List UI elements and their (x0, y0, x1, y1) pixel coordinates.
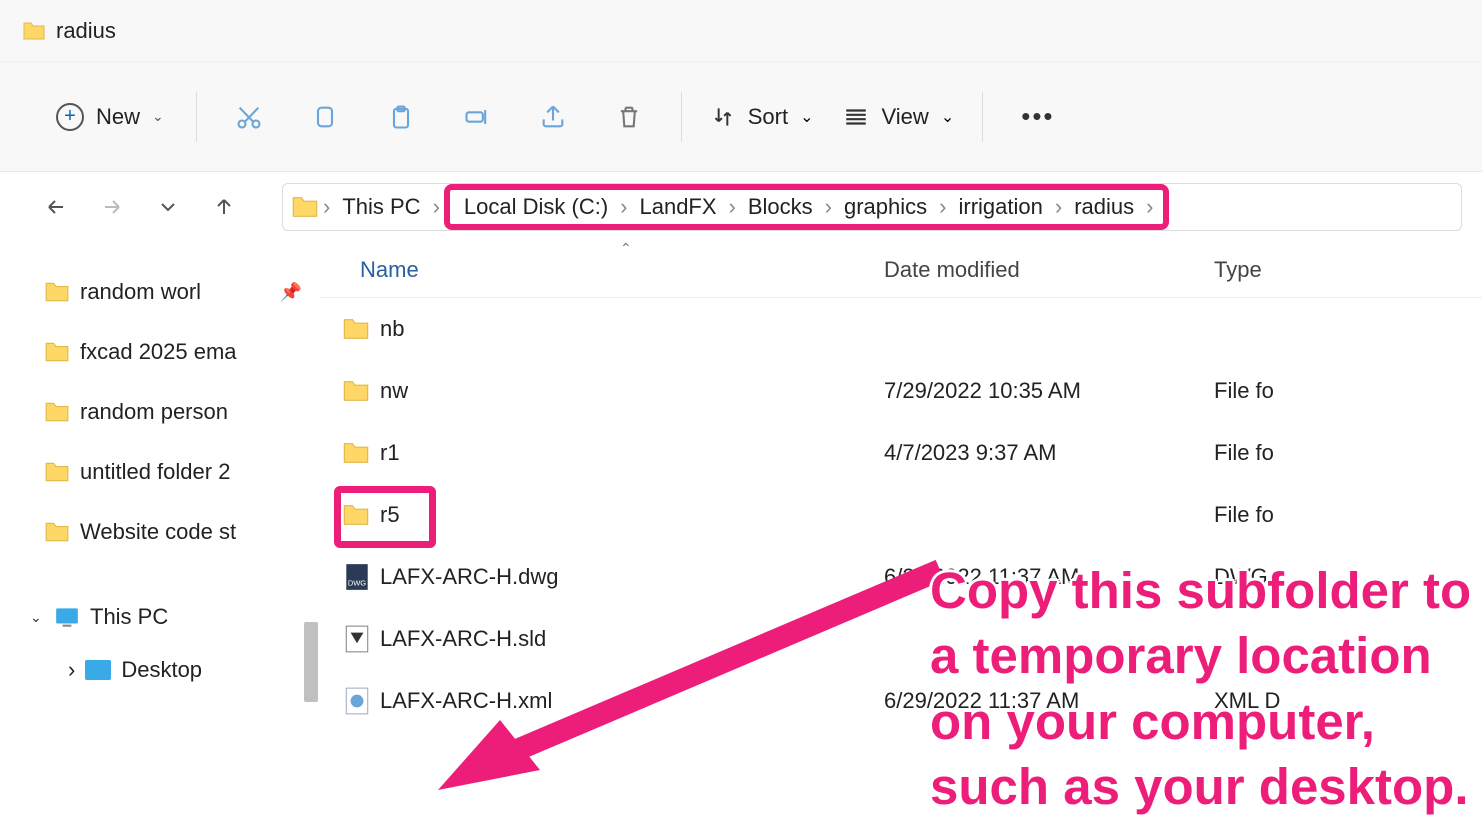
forward-button[interactable] (94, 189, 130, 225)
pin-icon: 📌 (280, 282, 302, 303)
file-icon: DWG (320, 562, 380, 592)
nav-row: › This PC › Local Disk (C:) › LandFX › B… (0, 172, 1482, 242)
file-date: 4/7/2023 9:37 AM (884, 440, 1214, 466)
sidebar: random worl 📌 fxcad 2025 ema random pers… (0, 242, 320, 738)
scrollbar-thumb[interactable] (304, 622, 318, 702)
up-button[interactable] (206, 189, 242, 225)
file-type: XML D (1214, 688, 1482, 714)
breadcrumb-highlight: Local Disk (C:) › LandFX › Blocks › grap… (444, 184, 1170, 230)
folder-icon (44, 401, 70, 423)
chevron-down-icon: ⌄ (800, 107, 813, 127)
titlebar: radius (0, 0, 1482, 62)
file-icon (320, 441, 380, 465)
chevron-down-icon: ⌄ (152, 108, 164, 125)
file-name: nw (380, 378, 884, 404)
file-row[interactable]: nw7/29/2022 10:35 AMFile fo (320, 360, 1482, 422)
folder-icon (44, 341, 70, 363)
copy-button[interactable] (301, 93, 349, 141)
breadcrumb-item[interactable]: Blocks (740, 194, 821, 220)
folder-icon (22, 21, 46, 41)
file-name: LAFX-ARC-H.dwg (380, 564, 884, 590)
breadcrumb-item[interactable]: graphics (836, 194, 935, 220)
plus-circle-icon: + (56, 103, 84, 131)
file-name: r1 (380, 440, 884, 466)
file-name: nb (380, 316, 884, 342)
file-row[interactable]: LAFX-ARC-H.xml6/29/2022 11:37 AMXML D (320, 670, 1482, 732)
chevron-up-icon: ⌃ (620, 240, 632, 257)
breadcrumb-item[interactable]: Local Disk (C:) (456, 194, 616, 220)
sidebar-item[interactable]: fxcad 2025 ema (44, 322, 320, 382)
pc-icon (54, 606, 80, 628)
sort-icon (710, 104, 736, 130)
column-type[interactable]: Type (1214, 257, 1482, 283)
file-row[interactable]: r5 File fo (320, 484, 1482, 546)
folder-icon (44, 461, 70, 483)
back-button[interactable] (38, 189, 74, 225)
rename-button[interactable] (453, 93, 501, 141)
sidebar-this-pc[interactable]: ⌄ This PC (30, 592, 320, 642)
new-button[interactable]: + New ⌄ (52, 97, 168, 137)
breadcrumb-item[interactable]: LandFX (631, 194, 724, 220)
sidebar-item[interactable]: Website code st (44, 502, 320, 562)
sidebar-item[interactable]: untitled folder 2 (44, 442, 320, 502)
view-icon (842, 104, 870, 130)
file-type: File fo (1214, 502, 1482, 528)
breadcrumb[interactable]: › This PC › Local Disk (C:) › LandFX › B… (282, 183, 1462, 231)
column-name[interactable]: Name (320, 257, 884, 283)
file-row[interactable]: DWGLAFX-ARC-H.dwg6/29/2022 11:37 AMDWG (320, 546, 1482, 608)
file-row[interactable]: LAFX-ARC-H.sld (320, 608, 1482, 670)
svg-text:DWG: DWG (348, 579, 366, 588)
cut-button[interactable] (225, 93, 273, 141)
file-icon (320, 686, 380, 716)
column-headers: Name Date modified Type (320, 242, 1482, 298)
chevron-down-icon: ⌄ (941, 107, 954, 127)
recent-button[interactable] (150, 189, 186, 225)
toolbar: + New ⌄ Sort ⌄ View ⌄ ••• (0, 62, 1482, 172)
chevron-down-icon: ⌄ (30, 609, 44, 626)
file-row[interactable]: nb (320, 298, 1482, 360)
delete-button[interactable] (605, 93, 653, 141)
folder-icon (44, 281, 70, 303)
file-icon (320, 624, 380, 654)
file-type: DWG (1214, 564, 1482, 590)
folder-icon (291, 195, 319, 219)
file-name: LAFX-ARC-H.sld (380, 626, 884, 652)
sidebar-item[interactable]: random worl 📌 (44, 262, 320, 322)
file-list: ⌃ Name Date modified Type nb nw7/29/2022 … (320, 242, 1482, 738)
breadcrumb-item[interactable]: This PC (334, 194, 428, 220)
file-date: 6/29/2022 11:37 AM (884, 688, 1214, 714)
breadcrumb-item[interactable]: radius (1066, 194, 1142, 220)
file-name: LAFX-ARC-H.xml (380, 688, 884, 714)
sidebar-item[interactable]: random person (44, 382, 320, 442)
file-icon (320, 379, 380, 403)
file-date: 7/29/2022 10:35 AM (884, 378, 1214, 404)
view-button[interactable]: View ⌄ (842, 104, 955, 130)
file-type: File fo (1214, 378, 1482, 404)
sidebar-desktop[interactable]: › Desktop (44, 642, 320, 698)
window-title: radius (56, 18, 116, 44)
folder-icon (44, 521, 70, 543)
chevron-right-icon: › (68, 657, 75, 683)
more-button[interactable]: ••• (1011, 101, 1064, 132)
column-date[interactable]: Date modified (884, 257, 1214, 283)
file-date: 6/29/2022 11:37 AM (884, 564, 1214, 590)
file-icon (320, 503, 380, 527)
share-button[interactable] (529, 93, 577, 141)
desktop-icon (85, 660, 111, 680)
breadcrumb-item[interactable]: irrigation (950, 194, 1050, 220)
file-type: File fo (1214, 440, 1482, 466)
file-name: r5 (380, 502, 884, 528)
paste-button[interactable] (377, 93, 425, 141)
sort-button[interactable]: Sort ⌄ (710, 104, 814, 130)
file-icon (320, 317, 380, 341)
file-row[interactable]: r14/7/2023 9:37 AMFile fo (320, 422, 1482, 484)
